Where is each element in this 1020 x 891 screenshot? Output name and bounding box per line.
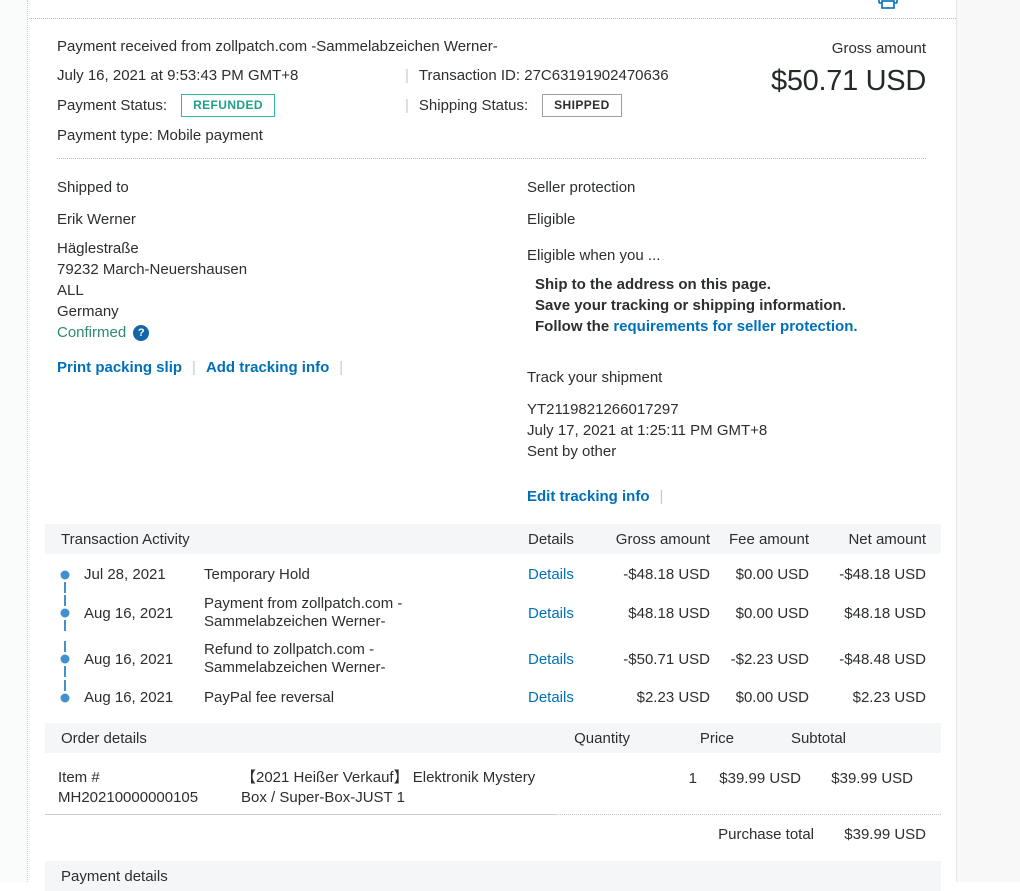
order-details-header: Order details Quantity Price Subtotal [45, 723, 941, 753]
item-number: Item # MH20210000000105 [45, 768, 241, 808]
field-separator: | [395, 65, 419, 86]
seller-protection-requirements-link[interactable]: requirements for seller protection. [613, 318, 857, 335]
print-icon[interactable] [876, 0, 900, 11]
activity-gross: -$48.18 USD [608, 564, 710, 585]
payment-type: Payment type: Mobile payment [57, 125, 926, 146]
payment-details-section: Payment details [45, 861, 941, 891]
eligibility-status: Eligible [527, 209, 926, 230]
link-separator: | [329, 357, 353, 378]
activity-net: $48.18 USD [809, 603, 926, 624]
shipping-status-badge: SHIPPED [542, 94, 621, 117]
field-separator: | [395, 95, 419, 116]
recipient-name: Erik Werner [57, 209, 527, 230]
address-confirmed-label: Confirmed [57, 322, 126, 343]
timeline-dot [45, 687, 84, 708]
left-gutter [0, 0, 28, 882]
transaction-id: Transaction ID: 27C63191902470636 [419, 65, 669, 86]
activity-date: Aug 16, 2021 [84, 687, 204, 708]
payment-status-label: Payment Status: [57, 95, 167, 116]
activity-row: Aug 16, 2021 Payment from zollpatch.com … [45, 590, 926, 636]
activity-gross: $2.23 USD [608, 687, 710, 708]
payment-summary-header: Gross amount $50.71 USD Payment received… [29, 19, 956, 158]
link-separator: | [182, 357, 206, 378]
link-separator: | [650, 486, 674, 507]
payment-status-badge: REFUNDED [181, 94, 275, 117]
activity-row: Aug 16, 2021 PayPal fee reversal Details… [45, 682, 926, 713]
shipped-to-section: Shipped to Erik Werner Häglestraße 79232… [57, 177, 527, 507]
activity-fee: $0.00 USD [710, 564, 809, 585]
activity-date: Aug 16, 2021 [84, 649, 204, 670]
column-subtotal: Subtotal [734, 728, 846, 749]
column-price: Price [630, 728, 734, 749]
activity-date: Jul 28, 2021 [84, 564, 204, 585]
activity-description: Refund to zollpatch.com - Sammelabzeiche… [204, 641, 528, 677]
right-gutter [956, 0, 1020, 882]
payment-datetime: July 16, 2021 at 9:53:43 PM GMT+8 [57, 65, 395, 86]
gross-amount-value: $50.71 USD [771, 64, 926, 98]
details-link[interactable]: Details [528, 564, 574, 585]
gross-amount-label: Gross amount [771, 38, 926, 59]
item-price: $39.99 USD [697, 768, 801, 808]
timeline-dot [45, 595, 84, 631]
column-details: Details [528, 529, 608, 550]
activity-fee: $0.00 USD [710, 603, 809, 624]
transaction-detail-card: Gross amount $50.71 USD Payment received… [29, 0, 956, 882]
transaction-activity-section: Transaction Activity Details Gross amoun… [45, 524, 941, 719]
payment-details-header: Payment details [45, 861, 941, 891]
tracking-details: YT2119821266017297 July 17, 2021 at 1:25… [527, 399, 926, 462]
help-icon[interactable]: ? [133, 325, 149, 341]
item-name: 【2021 Heißer Verkauf】 Elektronik Mystery… [241, 768, 595, 808]
activity-gross: $48.18 USD [608, 603, 710, 624]
activity-date: Aug 16, 2021 [84, 603, 204, 624]
shipped-to-heading: Shipped to [57, 177, 527, 198]
activity-row: Aug 16, 2021 Refund to zollpatch.com - S… [45, 636, 926, 682]
activity-description: PayPal fee reversal [204, 689, 528, 707]
activity-description: Payment from zollpatch.com - Sammelabzei… [204, 595, 528, 631]
order-item-row: Item # MH20210000000105 【2021 Heißer Ver… [45, 753, 941, 814]
column-quantity: Quantity [528, 728, 630, 749]
eligibility-intro: Eligible when you ... [527, 245, 926, 266]
edit-tracking-info-link[interactable]: Edit tracking info [527, 486, 650, 507]
payment-details-title: Payment details [45, 866, 528, 887]
activity-fee: $0.00 USD [710, 687, 809, 708]
order-details-section: Order details Quantity Price Subtotal It… [45, 723, 941, 856]
transaction-activity-title: Transaction Activity [45, 529, 528, 550]
order-divider [45, 814, 941, 815]
shipping-status-label: Shipping Status: [419, 95, 528, 116]
activity-row: Jul 28, 2021 Temporary Hold Details -$48… [45, 559, 926, 590]
seller-protection-heading: Seller protection [527, 177, 926, 198]
item-subtotal: $39.99 USD [801, 768, 913, 808]
details-link[interactable]: Details [528, 687, 574, 708]
timeline-dot [45, 641, 84, 677]
purchase-total-label: Purchase total [710, 824, 814, 845]
purchase-total-row: Purchase total $39.99 USD [45, 815, 941, 856]
activity-net: $2.23 USD [809, 687, 926, 708]
seller-protection-section: Seller protection Eligible Eligible when… [527, 177, 926, 507]
order-details-title: Order details [45, 728, 528, 749]
details-link[interactable]: Details [528, 603, 574, 624]
activity-net: -$48.18 USD [809, 564, 926, 585]
recipient-address: Häglestraße 79232 March-Neuershausen ALL… [57, 238, 527, 322]
track-shipment-heading: Track your shipment [527, 367, 926, 388]
column-gross-amount: Gross amount [608, 529, 710, 550]
purchase-total-value: $39.99 USD [814, 824, 926, 845]
transaction-activity-header: Transaction Activity Details Gross amoun… [45, 524, 941, 554]
add-tracking-info-link[interactable]: Add tracking info [206, 357, 329, 378]
column-net-amount: Net amount [809, 529, 926, 550]
item-quantity: 1 [595, 768, 697, 808]
column-fee-amount: Fee amount [710, 529, 809, 550]
activity-net: -$48.48 USD [809, 649, 926, 670]
top-toolbar [29, 0, 956, 19]
activity-fee: -$2.23 USD [710, 649, 809, 670]
print-packing-slip-link[interactable]: Print packing slip [57, 357, 182, 378]
activity-gross: -$50.71 USD [608, 649, 710, 670]
activity-description: Temporary Hold [204, 566, 528, 584]
timeline-dot [45, 564, 84, 585]
eligibility-conditions: Ship to the address on this page. Save y… [535, 274, 926, 316]
follow-prefix: Follow the [535, 318, 613, 335]
details-link[interactable]: Details [528, 649, 574, 670]
